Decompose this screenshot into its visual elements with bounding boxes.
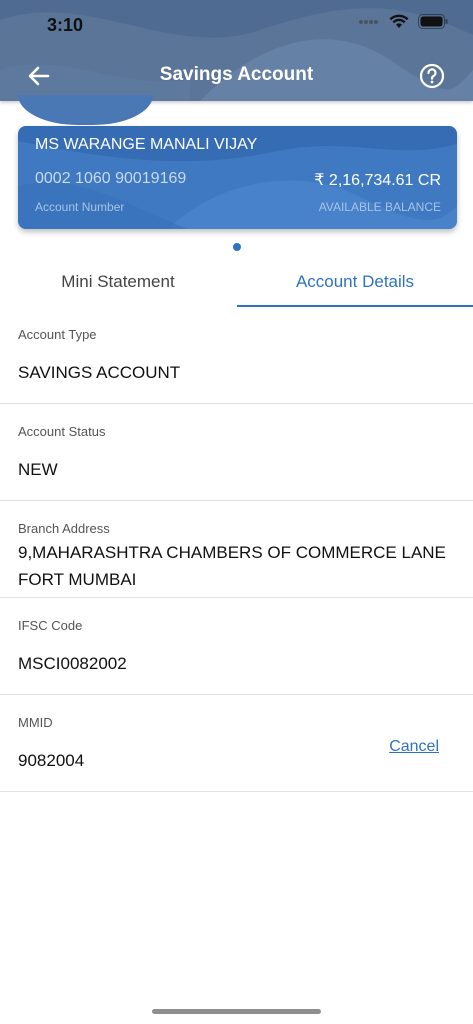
detail-label: MMID — [18, 715, 53, 730]
detail-value: NEW — [18, 460, 58, 479]
detail-value: MSCI0082002 — [18, 654, 127, 673]
help-button[interactable] — [419, 63, 445, 89]
detail-label: Account Status — [18, 424, 106, 439]
detail-row-mmid: MMID 9082004 Cancel — [0, 695, 473, 792]
detail-row-account-status: Account Status NEW — [0, 404, 473, 501]
tab-account-details[interactable]: Account Details — [237, 259, 473, 307]
tab-bar: Mini Statement Account Details — [0, 259, 473, 307]
header-wave-accent — [18, 95, 153, 125]
page-indicator-dot — [233, 243, 241, 251]
wifi-icon — [389, 14, 409, 28]
detail-value: SAVINGS ACCOUNT — [18, 363, 181, 382]
detail-label: IFSC Code — [18, 618, 83, 633]
page-title: Savings Account — [159, 64, 314, 85]
account-card[interactable]: MS WARANGE MANALI VIJAY 0002 1060 900191… — [18, 126, 457, 229]
detail-label: Branch Address — [18, 521, 110, 536]
account-number: 0002 1060 90019169 — [35, 170, 187, 187]
available-balance-label: AVAILABLE BALANCE — [318, 200, 441, 214]
home-indicator[interactable] — [152, 1009, 321, 1014]
account-holder-name: MS WARANGE MANALI VIJAY — [35, 136, 258, 153]
status-icons — [358, 14, 448, 29]
account-number-label: Account Number — [35, 200, 125, 214]
detail-value: 9082004 — [18, 751, 85, 770]
detail-label: Account Type — [18, 327, 97, 342]
tab-mini-statement[interactable]: Mini Statement — [0, 259, 236, 305]
header-bar: 3:10 Savings Account — [0, 0, 473, 101]
battery-icon — [418, 14, 448, 29]
available-balance: ₹ 2,16,734.61 CR — [314, 172, 441, 189]
detail-value: 9,MAHARASHTRA CHAMBERS OF COMMERCE LANE … — [18, 543, 446, 589]
detail-row-ifsc-code: IFSC Code MSCI0082002 — [0, 598, 473, 695]
cancel-mmid-link[interactable]: Cancel — [389, 738, 439, 756]
status-time: 3:10 — [47, 15, 84, 35]
help-icon — [419, 63, 445, 89]
detail-row-account-type: Account Type SAVINGS ACCOUNT — [0, 307, 473, 404]
signal-icon — [359, 19, 378, 24]
detail-row-branch-address: Branch Address 9,MAHARASHTRA CHAMBERS OF… — [0, 501, 473, 598]
